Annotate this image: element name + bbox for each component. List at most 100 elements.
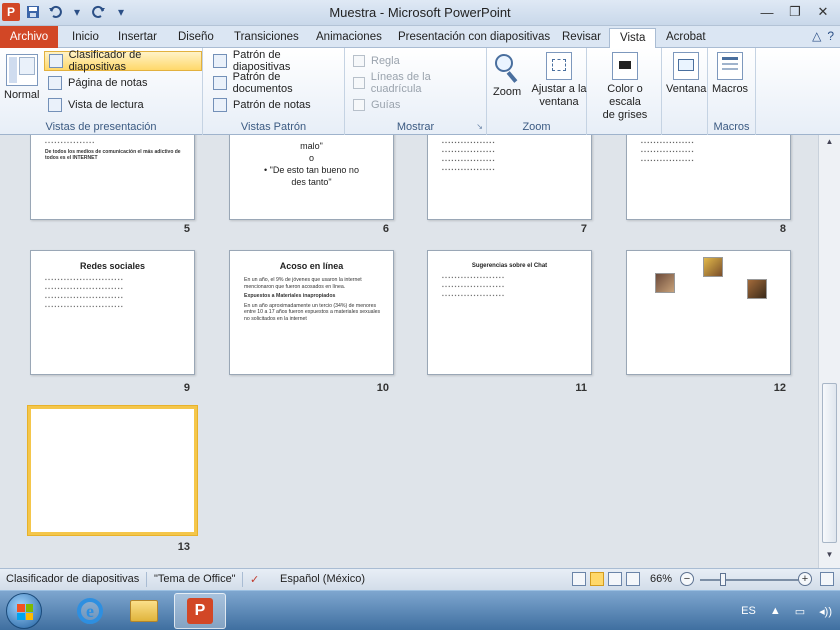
system-tray: ES ▲ ▭ ◂)) [741,591,832,630]
zoom-level[interactable]: 66% [650,573,672,585]
language-indicator[interactable]: ES [741,605,756,617]
ribbon-tabs: Archivo Inicio Insertar Diseño Transicio… [0,26,840,48]
guides-check-icon [353,99,365,111]
group-show: Regla Líneas de la cuadrícula Guías Most… [345,48,487,135]
slide-thumbnail-6[interactable]: malo" o • "De esto tan bueno no des tant… [229,135,394,220]
close-icon[interactable]: ✕ [810,2,836,22]
slide-8-body: ▪ ▪ ▪ ▪ ▪ ▪ ▪ ▪ ▪ ▪ ▪ ▪ ▪ ▪ ▪ ▪ ▪ ▪ ▪ ▪ … [641,140,694,164]
macros-button[interactable]: Macros [712,52,748,95]
vertical-scrollbar[interactable]: ▲ ▼ [818,135,840,568]
slide-number-7: 7 [580,223,587,235]
slide-thumbnail-13[interactable] [28,406,197,535]
gridlines-check-icon [353,77,365,89]
show-hidden-icons-icon[interactable]: ▲ [770,605,781,617]
slide-number-8: 8 [779,223,786,235]
fit-to-window-button[interactable]: Ajustar a la ventana [531,52,587,109]
start-button[interactable] [6,593,42,629]
minimize-icon[interactable]: — [754,2,780,22]
slideshow-status-icon[interactable] [626,572,640,586]
notes-page-button[interactable]: Página de notas [44,73,152,93]
status-view: Clasificador de diapositivas [6,573,140,585]
collapse-ribbon-icon[interactable]: △ [812,29,821,43]
slide-9-body: ▪ ▪ ▪ ▪ ▪ ▪ ▪ ▪ ▪ ▪ ▪ ▪ ▪ ▪ ▪ ▪ ▪ ▪ ▪ ▪ … [45,277,123,310]
reading-view-status-icon[interactable] [608,572,622,586]
scroll-up-icon[interactable]: ▲ [819,137,840,153]
tab-vista[interactable]: Vista [609,28,657,48]
slide-11-body: ▪ ▪ ▪ ▪ ▪ ▪ ▪ ▪ ▪ ▪ ▪ ▪ ▪ ▪ ▪ ▪ ▪ ▪ ▪ ▪ … [442,275,504,299]
slide-thumbnail-12[interactable] [626,250,791,375]
reading-view-button[interactable]: Vista de lectura [44,95,148,115]
slide-number-13: 13 [177,541,190,553]
taskbar-explorer[interactable] [118,593,170,629]
slide-sorter-status-icon[interactable] [590,572,604,586]
group-label-macros: Macros [713,121,750,133]
notes-master-icon [213,98,227,112]
normal-view-label: Normal [4,89,40,101]
notes-page-label: Página de notas [68,77,148,89]
slide-5-body: ▪ ▪ ▪ ▪ ▪ ▪ ▪ ▪ ▪ ▪ ▪ ▪ ▪ ▪ ▪ ▪ De todos… [45,140,186,161]
maximize-icon[interactable]: ❐ [782,2,808,22]
slide-master-label: Patrón de diapositivas [232,49,291,73]
slide-sorter-pane[interactable]: ▪ ▪ ▪ ▪ ▪ ▪ ▪ ▪ ▪ ▪ ▪ ▪ ▪ ▪ ▪ ▪ De todos… [0,135,818,568]
slide-10-body: En un año, el 9% de jóvenes que usaron l… [244,277,385,322]
help-icon[interactable]: ? [827,29,834,43]
macros-icon [717,52,744,80]
window-label: Ventana [666,83,707,95]
volume-icon[interactable]: ◂)) [819,605,832,618]
slide-10-bullet-1: En un año, el 9% de jóvenes que usaron l… [244,277,362,290]
tab-animaciones[interactable]: Animaciones [306,28,392,48]
slide-thumbnail-10[interactable]: Acoso en línea En un año, el 9% de jóven… [229,250,394,375]
slide-12-picture-3 [747,279,767,299]
network-icon[interactable]: ▭ [795,605,805,618]
slide-12-picture-1 [655,273,675,293]
normal-view-button[interactable]: Normal [4,54,39,101]
handout-master-label: Patrón de documentos [232,71,293,95]
tab-presentacion[interactable]: Presentación con diapositivas [388,28,560,48]
ruler-checkbox[interactable]: Regla [349,51,404,71]
slide-thumbnail-11[interactable]: Sugerencias sobre el Chat ▪ ▪ ▪ ▪ ▪ ▪ ▪ … [427,250,592,375]
tab-insertar[interactable]: Insertar [108,28,167,48]
scroll-down-icon[interactable]: ▼ [819,550,840,566]
window-title: Muestra - Microsoft PowerPoint [329,5,511,20]
taskbar-internet-explorer[interactable]: e [64,593,116,629]
handout-master-button[interactable]: Patrón de documentos [209,71,344,95]
zoom-in-icon[interactable]: + [798,572,812,586]
zoom-out-icon[interactable]: − [680,572,694,586]
tab-acrobat[interactable]: Acrobat [656,28,716,48]
status-language[interactable]: Español (México) [280,573,365,585]
taskbar-powerpoint[interactable]: P [174,593,226,629]
group-presentation-views: Normal Clasificador de diapositivas Pági… [0,48,203,135]
tab-inicio[interactable]: Inicio [62,28,109,48]
notes-master-button[interactable]: Patrón de notas [209,95,315,115]
tab-diseno[interactable]: Diseño [168,28,224,48]
slide-number-6: 6 [382,223,389,235]
slide-master-icon [213,54,227,68]
notes-page-icon [48,76,62,90]
tab-revisar[interactable]: Revisar [552,28,611,48]
fit-slide-icon[interactable] [820,572,834,586]
normal-view-status-icon[interactable] [572,572,586,586]
slide-thumbnail-5[interactable]: ▪ ▪ ▪ ▪ ▪ ▪ ▪ ▪ ▪ ▪ ▪ ▪ ▪ ▪ ▪ ▪ De todos… [30,135,195,220]
zoom-button[interactable]: Zoom [493,52,521,98]
tab-transiciones[interactable]: Transiciones [224,28,309,48]
window-button[interactable]: Ventana [666,52,706,95]
slide-master-button[interactable]: Patrón de diapositivas [209,49,344,73]
dialog-launcher-icon[interactable]: ↘ [476,122,483,131]
zoom-label: Zoom [493,86,522,98]
slide-6-line-1: malo" [300,141,323,151]
zoom-slider-track[interactable] [700,579,798,581]
gridlines-checkbox[interactable]: Líneas de la cuadrícula [349,71,486,95]
status-theme[interactable]: "Tema de Office" [154,573,236,585]
tab-archivo[interactable]: Archivo [0,26,58,48]
zoom-slider-knob[interactable] [720,573,726,586]
slide-thumbnail-7[interactable]: ▪ ▪ ▪ ▪ ▪ ▪ ▪ ▪ ▪ ▪ ▪ ▪ ▪ ▪ ▪ ▪ ▪ ▪ ▪ ▪ … [427,135,592,220]
slide-thumbnail-9[interactable]: Redes sociales ▪ ▪ ▪ ▪ ▪ ▪ ▪ ▪ ▪ ▪ ▪ ▪ ▪… [30,250,195,375]
ruler-check-icon [353,55,365,67]
guides-checkbox[interactable]: Guías [349,95,404,115]
slide-thumbnail-8[interactable]: ▪ ▪ ▪ ▪ ▪ ▪ ▪ ▪ ▪ ▪ ▪ ▪ ▪ ▪ ▪ ▪ ▪ ▪ ▪ ▪ … [626,135,791,220]
slide-sorter-button[interactable]: Clasificador de diapositivas [44,49,202,73]
slide-number-9: 9 [183,382,190,394]
color-grayscale-button[interactable]: Color o escala de grises [590,52,660,122]
scroll-thumb[interactable] [822,383,837,543]
spellcheck-icon[interactable]: ✓ [250,573,259,586]
